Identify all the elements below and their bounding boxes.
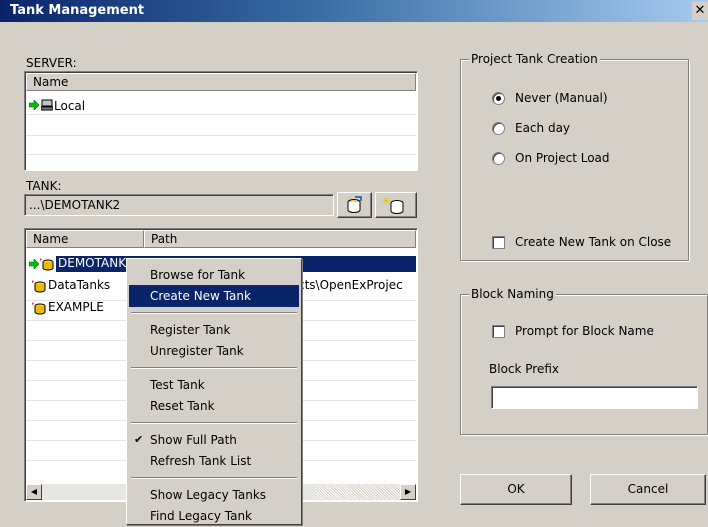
menu-separator	[131, 367, 297, 369]
menu-item-show-legacy-tanks[interactable]: Show Legacy Tanks	[129, 484, 299, 506]
block-naming-group: Block Naming Prompt for Block Name Block…	[460, 287, 708, 435]
cancel-button[interactable]: Cancel	[590, 474, 706, 505]
new-tank-icon: ✳	[382, 196, 404, 214]
menu-separator	[131, 312, 297, 314]
browse-tank-icon	[347, 196, 362, 213]
prompt-block-name-label: Prompt for Block Name	[515, 324, 654, 338]
scroll-right-icon[interactable]: ▶	[400, 484, 416, 500]
server-column-name[interactable]: Name	[26, 73, 416, 91]
server-icon	[41, 99, 53, 111]
svg-text:✳: ✳	[382, 196, 390, 207]
create-on-close-checkbox[interactable]	[492, 236, 505, 249]
new-tank-button[interactable]: ✳	[375, 192, 417, 218]
radio-never-manual-label: Never (Manual)	[515, 91, 608, 105]
ok-button[interactable]: OK	[460, 474, 572, 505]
prompt-block-name-checkbox[interactable]	[492, 325, 505, 338]
menu-item-browse-for-tank[interactable]: Browse for Tank	[129, 264, 299, 286]
menu-item-create-new-tank[interactable]: Create New Tank	[129, 285, 299, 307]
menu-separator	[131, 422, 297, 424]
close-icon[interactable]: ✕	[692, 2, 708, 20]
tank-icon: *	[40, 257, 54, 271]
tank-column-name[interactable]: Name	[26, 230, 144, 248]
scroll-left-icon[interactable]: ◀	[26, 484, 42, 500]
browse-tank-button[interactable]	[337, 192, 372, 218]
radio-never-manual[interactable]	[492, 92, 505, 105]
menu-item-register-tank[interactable]: Register Tank	[129, 319, 299, 341]
radio-each-day-label: Each day	[515, 121, 571, 135]
tank-icon: *	[32, 301, 46, 315]
menu-item-unregister-tank[interactable]: Unregister Tank	[129, 340, 299, 362]
scroll-track[interactable]	[316, 484, 400, 500]
create-on-close-label: Create New Tank on Close	[515, 235, 672, 249]
block-naming-title: Block Naming	[469, 287, 556, 301]
radio-on-project-load-label: On Project Load	[515, 151, 610, 165]
tank-row-name: EXAMPLE	[48, 300, 104, 314]
tank-row-name: DataTanks	[48, 278, 111, 292]
tank-label: TANK:	[26, 179, 62, 193]
tank-path-value: ...\DEMOTANK2	[29, 198, 121, 212]
server-list[interactable]: Name Local	[24, 71, 418, 171]
block-prefix-input[interactable]	[491, 386, 698, 409]
menu-item-test-tank[interactable]: Test Tank	[129, 374, 299, 396]
menu-item-find-legacy-tank[interactable]: Find Legacy Tank	[129, 505, 299, 527]
server-item-label: Local	[54, 99, 86, 113]
tank-icon: *	[32, 279, 46, 293]
current-arrow-icon	[29, 100, 39, 110]
server-label: SERVER:	[26, 56, 77, 70]
tank-column-path[interactable]: Path	[144, 230, 416, 248]
radio-on-project-load[interactable]	[492, 152, 505, 165]
project-tank-creation-title: Project Tank Creation	[469, 52, 600, 66]
tank-path-field[interactable]: ...\DEMOTANK2	[24, 194, 334, 216]
menu-item-refresh-tank-list[interactable]: Refresh Tank List	[129, 450, 299, 472]
block-prefix-label: Block Prefix	[489, 362, 560, 376]
title-bar: Tank Management ✕	[0, 0, 708, 22]
project-tank-creation-group: Project Tank Creation Never (Manual) Eac…	[460, 52, 689, 261]
tank-row-path: cts\OpenExProjec	[298, 278, 403, 292]
menu-item-reset-tank[interactable]: Reset Tank	[129, 395, 299, 417]
menu-separator	[131, 477, 297, 479]
radio-each-day[interactable]	[492, 122, 505, 135]
tank-context-menu: Browse for Tank Create New Tank Register…	[126, 258, 302, 525]
current-arrow-icon	[29, 259, 39, 269]
window-title: Tank Management	[10, 3, 145, 18]
menu-item-show-full-path[interactable]: Show Full Path	[129, 429, 299, 451]
